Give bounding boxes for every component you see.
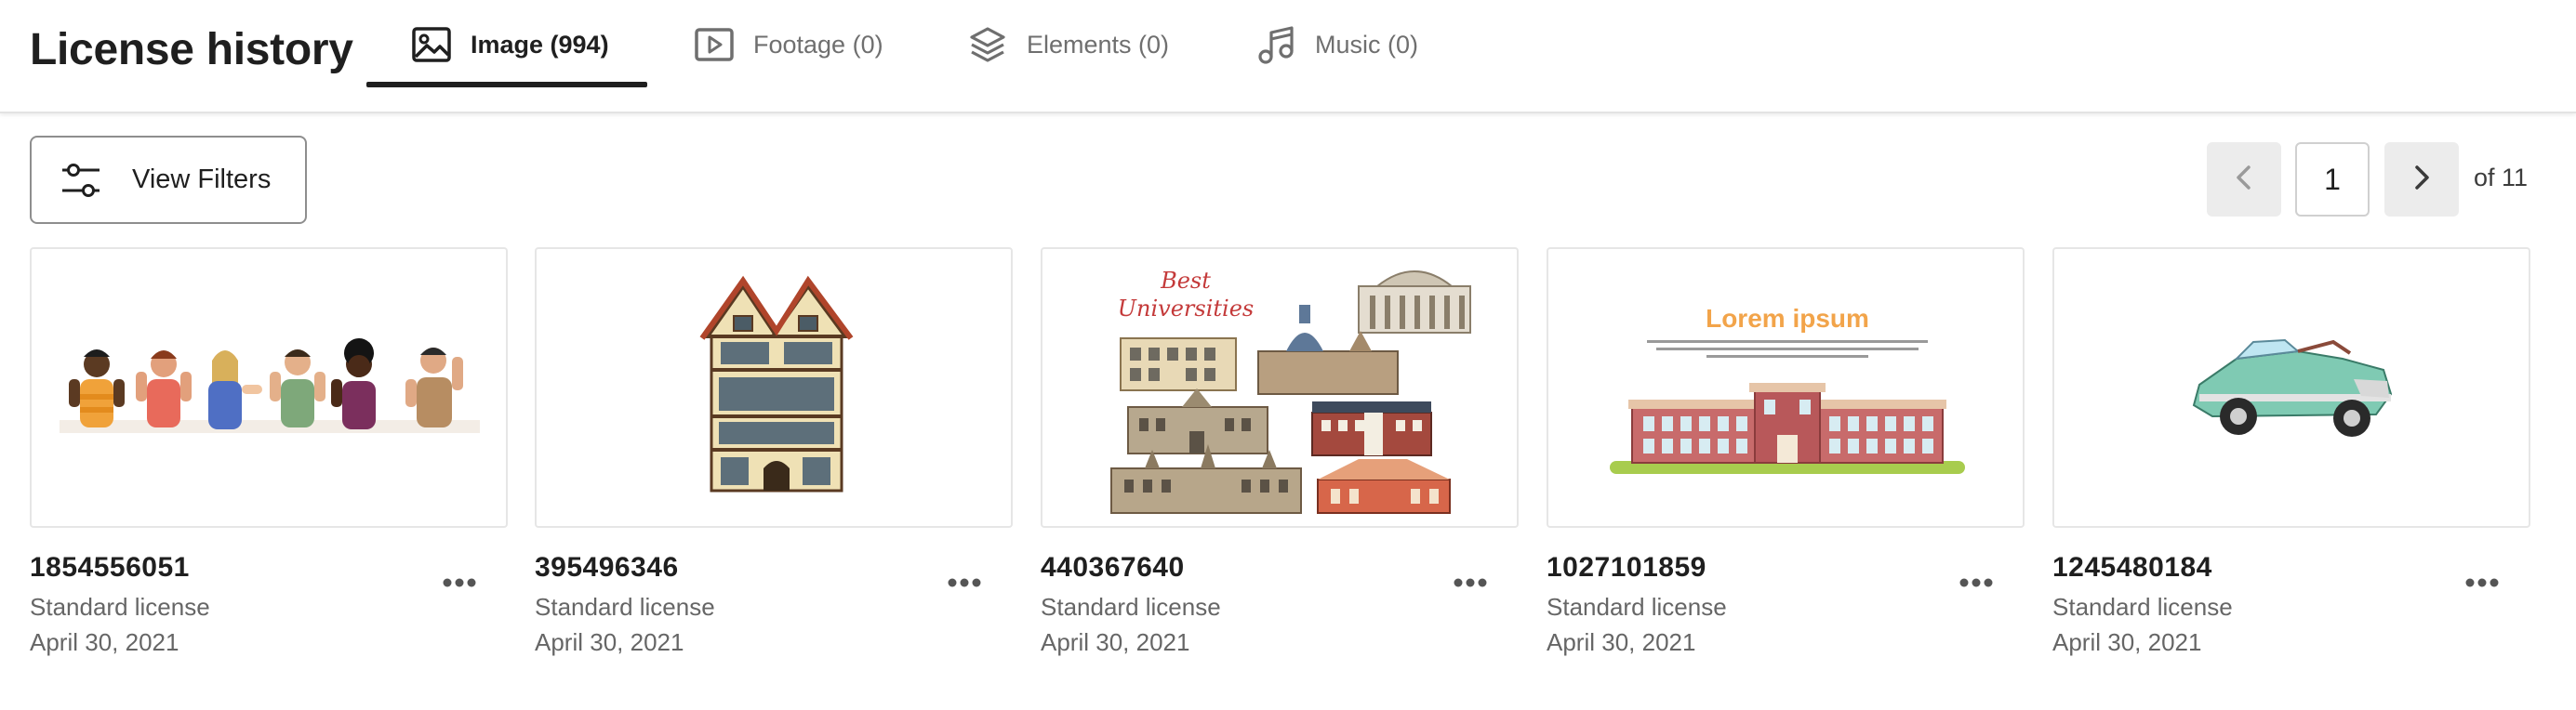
asset-id[interactable]: 440367640 <box>1041 552 1185 584</box>
previous-page-button[interactable] <box>2207 142 2281 217</box>
thumbnail-image[interactable]: Lorem ipsum <box>1547 247 2025 528</box>
more-dots-icon <box>443 575 476 592</box>
layers-icon <box>967 24 1008 65</box>
more-dots-icon <box>2465 575 2499 592</box>
more-options-button[interactable] <box>1948 565 2004 602</box>
asset-id[interactable]: 1245480184 <box>2052 552 2212 584</box>
chevron-right-icon <box>2412 164 2431 195</box>
thumbnail-image[interactable] <box>30 247 508 528</box>
active-tab-indicator <box>366 82 647 87</box>
chevron-left-icon <box>2235 164 2253 195</box>
video-play-icon <box>694 24 735 65</box>
license-card: Lorem ipsum 1027101859 Standard license … <box>1547 247 2025 656</box>
license-type: Standard license <box>1547 593 1727 621</box>
asset-id[interactable]: 395496346 <box>535 552 679 584</box>
view-filters-button[interactable]: View Filters <box>30 136 307 224</box>
next-page-button[interactable] <box>2384 142 2459 217</box>
tab-elements-label: Elements (0) <box>1027 30 1170 59</box>
license-card: 1854556051 Standard license April 30, 20… <box>30 247 508 656</box>
thumbnail-text: Universities <box>1118 296 1254 322</box>
license-type: Standard license <box>1041 593 1221 621</box>
license-date: April 30, 2021 <box>1041 628 1190 656</box>
image-icon <box>411 24 452 65</box>
more-options-button[interactable] <box>936 565 992 602</box>
more-dots-icon <box>1454 575 1487 592</box>
thumbnail-text: Best <box>1160 268 1211 294</box>
page-title: License history <box>30 25 353 74</box>
tab-music-label: Music (0) <box>1315 30 1419 59</box>
more-dots-icon <box>1959 575 1993 592</box>
page-total-label: of 11 <box>2474 164 2529 191</box>
thumbnail-text: Lorem ipsum <box>1706 304 1869 333</box>
tab-footage[interactable]: Footage (0) <box>694 0 883 89</box>
more-dots-icon <box>948 575 981 592</box>
license-date: April 30, 2021 <box>2052 628 2202 656</box>
music-note-icon <box>1255 24 1296 65</box>
license-card: 395496346 Standard license April 30, 202… <box>535 247 1013 656</box>
thumbnail-image[interactable] <box>535 247 1013 528</box>
tab-footage-label: Footage (0) <box>753 30 883 59</box>
page-header: License history Image (994) Footage (0) … <box>0 0 2576 113</box>
license-type: Standard license <box>2052 593 2233 621</box>
license-card: 1245480184 Standard license April 30, 20… <box>2052 247 2530 656</box>
more-options-button[interactable] <box>1442 565 1498 602</box>
license-date: April 30, 2021 <box>30 628 179 656</box>
thumbnail-image[interactable] <box>2052 247 2530 528</box>
page-number-input[interactable] <box>2295 142 2370 217</box>
tab-image[interactable]: Image (994) <box>411 0 609 89</box>
tab-music[interactable]: Music (0) <box>1255 0 1418 89</box>
more-options-button[interactable] <box>432 565 487 602</box>
more-options-button[interactable] <box>2454 565 2510 602</box>
license-type: Standard license <box>30 593 210 621</box>
asset-id[interactable]: 1854556051 <box>30 552 190 584</box>
license-date: April 30, 2021 <box>535 628 684 656</box>
license-date: April 30, 2021 <box>1547 628 1696 656</box>
tab-elements[interactable]: Elements (0) <box>967 0 1169 89</box>
license-card: Best Universities 440367640 Standard lic… <box>1041 247 1519 656</box>
license-type: Standard license <box>535 593 715 621</box>
view-filters-label: View Filters <box>132 164 272 194</box>
thumbnail-image[interactable]: Best Universities <box>1041 247 1519 528</box>
tab-image-label: Image (994) <box>471 30 609 59</box>
asset-id[interactable]: 1027101859 <box>1547 552 1706 584</box>
sliders-icon <box>60 159 102 202</box>
